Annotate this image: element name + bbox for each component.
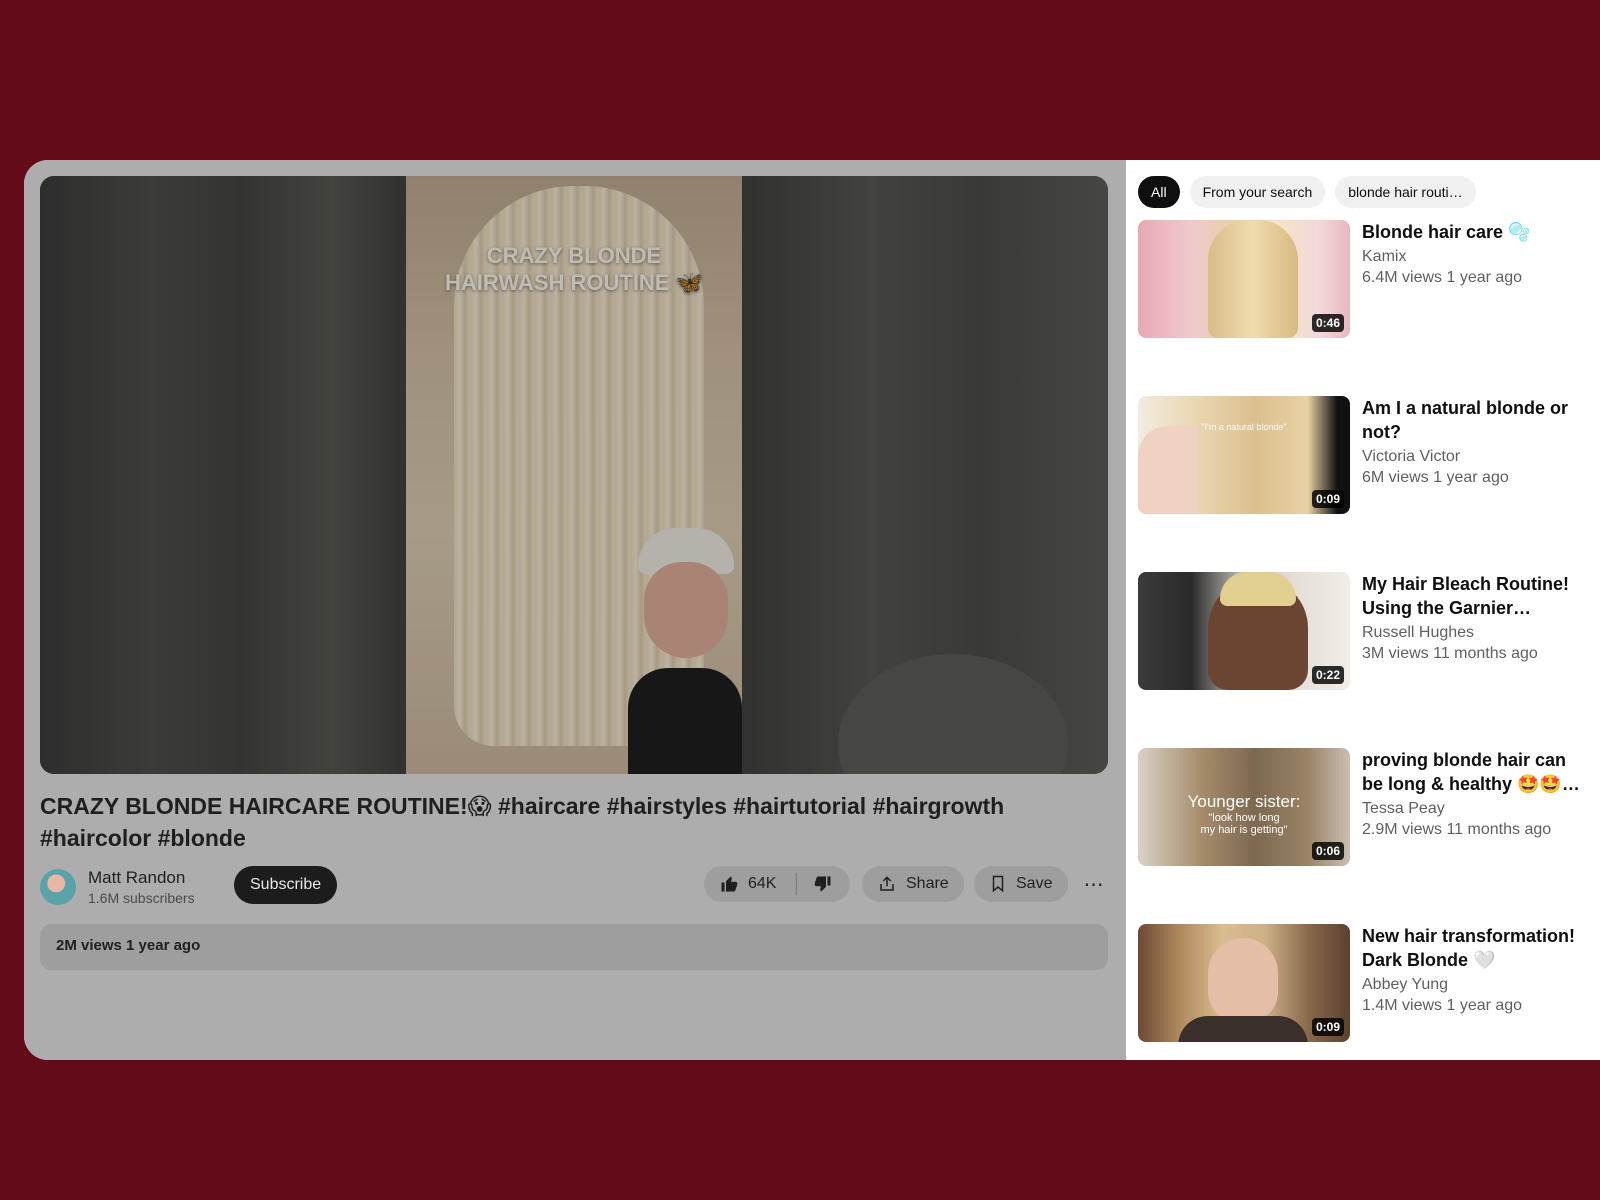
- recommendation-meta: 6.4M views 1 year ago: [1362, 269, 1523, 286]
- video-title: CRAZY BLONDE HAIRCARE ROUTINE!😱 #haircar…: [40, 793, 1005, 851]
- avatar[interactable]: [40, 869, 76, 905]
- share-icon: [878, 875, 896, 893]
- recommendation-title[interactable]: My Hair Bleach Routine! Using the Garnie…: [1362, 572, 1586, 620]
- video-thumbnail[interactable]: "I'm a natural blonde" 0:09: [1138, 396, 1350, 514]
- chip-related-search[interactable]: blonde hair routi…: [1335, 176, 1476, 208]
- chip-all[interactable]: All: [1138, 176, 1180, 208]
- recommendation-item[interactable]: 0:09 New hair transformation! Dark Blond…: [1138, 924, 1590, 1044]
- video-thumbnail[interactable]: 0:46: [1138, 220, 1350, 338]
- channel-row: Matt Randon 1.6M subscribers Subscribe 6…: [40, 866, 1110, 906]
- recommendation-channel[interactable]: Tessa Peay: [1362, 800, 1445, 818]
- duration-badge: 0:22: [1311, 666, 1344, 684]
- thumbs-up-icon: [720, 875, 738, 893]
- player-dim-overlay: [40, 176, 1108, 774]
- recommendation-channel[interactable]: Victoria Victor: [1362, 448, 1460, 466]
- save-button[interactable]: Save: [974, 866, 1068, 902]
- share-button[interactable]: Share: [862, 866, 964, 902]
- more-horizontal-icon: ⋯: [1083, 873, 1105, 896]
- thumbnail-text-quote: "look how long my hair is getting": [1200, 812, 1288, 836]
- like-dislike-group: 64K: [704, 866, 850, 902]
- thumbs-down-icon: [814, 875, 832, 893]
- video-thumbnail[interactable]: Younger sister: "look how long my hair i…: [1138, 748, 1350, 866]
- share-label: Share: [906, 875, 949, 892]
- recommendation-meta: 6M views 1 year ago: [1362, 469, 1509, 486]
- save-label: Save: [1016, 875, 1053, 892]
- watch-main: CRAZY BLONDE HAIRWASH ROUTINE 🦋 CRAZY BL…: [24, 160, 1126, 1060]
- video-player[interactable]: CRAZY BLONDE HAIRWASH ROUTINE 🦋: [40, 176, 1108, 774]
- thumbnail-text: "I'm a natural blonde": [1201, 422, 1287, 432]
- duration-badge: 0:09: [1311, 1018, 1344, 1036]
- dislike-button[interactable]: [797, 866, 849, 902]
- recommendation-title[interactable]: Blonde hair care 🫧: [1362, 220, 1586, 244]
- recommendation-title[interactable]: New hair transformation! Dark Blonde 🤍: [1362, 924, 1586, 972]
- recommendation-item[interactable]: 0:46 Blonde hair care 🫧 Kamix 6.4M views…: [1138, 220, 1590, 340]
- recommendations-sidebar: All From your search blonde hair routi… …: [1126, 160, 1600, 1060]
- duration-badge: 0:46: [1311, 314, 1344, 332]
- duration-badge: 0:06: [1311, 842, 1344, 860]
- bookmark-icon: [990, 875, 1006, 893]
- recommendation-title[interactable]: proving blonde hair can be long & health…: [1362, 748, 1586, 796]
- like-button[interactable]: 64K: [704, 866, 796, 902]
- subscriber-count: 1.6M subscribers: [88, 890, 195, 906]
- recommendation-channel[interactable]: Russell Hughes: [1362, 624, 1474, 642]
- recommendation-item[interactable]: Younger sister: "look how long my hair i…: [1138, 748, 1590, 868]
- channel-name[interactable]: Matt Randon: [88, 868, 185, 888]
- view-stats: 2M views 1 year ago: [56, 937, 201, 954]
- recommendation-item[interactable]: 0:22 My Hair Bleach Routine! Using the G…: [1138, 572, 1590, 692]
- subscribe-button[interactable]: Subscribe: [234, 866, 338, 904]
- recommendation-meta: 2.9M views 11 months ago: [1362, 821, 1552, 838]
- chip-from-your-search[interactable]: From your search: [1189, 176, 1326, 208]
- thumbnail-text-heading: Younger sister:: [1187, 792, 1301, 811]
- video-thumbnail[interactable]: 0:22: [1138, 572, 1350, 690]
- recommendation-meta: 1.4M views 1 year ago: [1362, 997, 1523, 1014]
- recommendation-channel[interactable]: Abbey Yung: [1362, 976, 1448, 994]
- duration-badge: 0:09: [1311, 490, 1344, 508]
- recommendation-title[interactable]: Am I a natural blonde or not?: [1362, 396, 1586, 444]
- recommendation-meta: 3M views 11 months ago: [1362, 645, 1538, 662]
- video-thumbnail[interactable]: 0:09: [1138, 924, 1350, 1042]
- description-box[interactable]: 2M views 1 year ago: [40, 924, 1108, 970]
- recommendation-channel[interactable]: Kamix: [1362, 248, 1406, 266]
- recommendation-item[interactable]: "I'm a natural blonde" 0:09 Am I a natur…: [1138, 396, 1590, 516]
- filter-chips: All From your search blonde hair routi…: [1138, 176, 1476, 208]
- app-window: CRAZY BLONDE HAIRWASH ROUTINE 🦋 CRAZY BL…: [24, 160, 1600, 1060]
- like-count: 64K: [748, 875, 777, 892]
- more-actions-button[interactable]: ⋯: [1076, 866, 1112, 902]
